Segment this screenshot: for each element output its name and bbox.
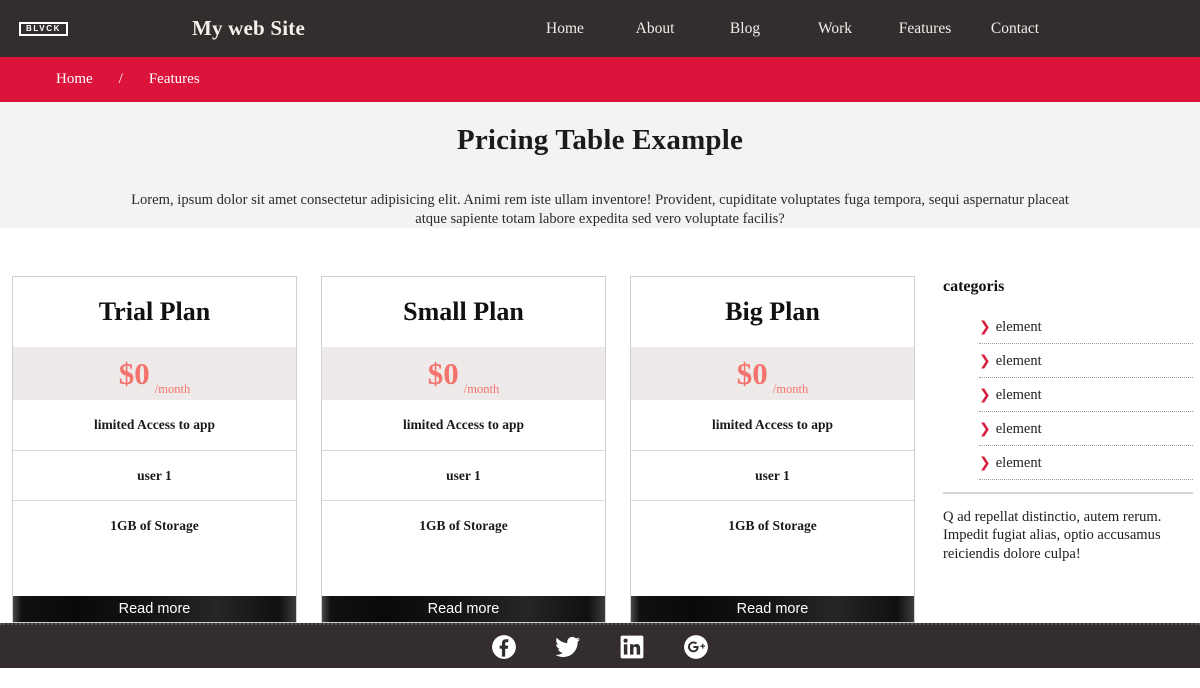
pricing-feature: user 1 (13, 450, 296, 500)
nav-link-work[interactable]: Work (790, 16, 880, 42)
brand-logo[interactable]: BLVCK (19, 21, 68, 36)
google-plus-icon[interactable] (683, 634, 709, 660)
pricing-feature: 1GB of Storage (322, 500, 605, 550)
facebook-icon[interactable] (491, 634, 517, 660)
category-label: element (995, 353, 1042, 369)
nav-item-features[interactable]: Features (880, 16, 970, 42)
pricing-card-title: Small Plan (403, 297, 524, 326)
pricing-card: Small Plan $0 /month limited Access to a… (321, 276, 606, 623)
breadcrumb-current: Features (148, 71, 200, 87)
category-label: element (995, 319, 1042, 335)
category-item[interactable]: ❯ element (979, 386, 1193, 412)
category-item[interactable]: ❯ element (979, 318, 1193, 344)
pricing-feature: user 1 (322, 450, 605, 500)
brand-logo-text: BLVCK (26, 23, 61, 33)
twitter-icon[interactable] (555, 634, 581, 660)
pricing-feature: 1GB of Storage (13, 500, 296, 550)
price-period: /month (463, 382, 500, 396)
category-item[interactable]: ❯ element (979, 454, 1193, 480)
footer (0, 623, 1200, 668)
breadcrumb: Home / Features (0, 57, 1200, 102)
sidebar: categoris ❯ element ❯ element ❯ element … (943, 276, 1193, 623)
category-label: element (995, 387, 1042, 403)
chevron-right-icon: ❯ (979, 353, 991, 369)
top-navbar: BLVCK My web Site Home About Blog Work F… (0, 0, 1200, 57)
card-spacer (631, 550, 914, 596)
nav-link-about[interactable]: About (610, 16, 700, 42)
chevron-right-icon: ❯ (979, 421, 991, 437)
chevron-right-icon: ❯ (979, 319, 991, 335)
read-more-button[interactable]: Read more (322, 596, 605, 622)
pricing-card-price: $0 /month (322, 347, 605, 400)
linkedin-icon[interactable] (619, 634, 645, 660)
category-label: element (995, 421, 1042, 437)
pricing-feature: limited Access to app (93, 417, 216, 432)
nav-link-contact[interactable]: Contact (970, 16, 1060, 42)
main-content: Trial Plan $0 /month limited Access to a… (0, 228, 1200, 623)
category-label: element (995, 455, 1042, 471)
category-list: ❯ element ❯ element ❯ element ❯ element … (943, 318, 1193, 480)
read-more-button[interactable]: Read more (631, 596, 914, 622)
nav-item-work[interactable]: Work (790, 16, 880, 42)
nav-item-contact[interactable]: Contact (970, 16, 1060, 42)
sidebar-heading: categoris (943, 278, 1005, 295)
category-item[interactable]: ❯ element (979, 352, 1193, 378)
page-title: Pricing Table Example (456, 124, 744, 156)
sidebar-paragraph: Q ad repellat distinctio, autem rerum. I… (943, 509, 1162, 562)
pricing-feature: user 1 (631, 450, 914, 500)
price-period: /month (154, 382, 191, 396)
price-amount: $0 (736, 356, 768, 391)
nav-item-blog[interactable]: Blog (700, 16, 790, 42)
pricing-feature: 1GB of Storage (631, 500, 914, 550)
breadcrumb-separator: / (118, 71, 123, 87)
primary-nav: Home About Blog Work Features Contact (520, 16, 1060, 42)
chevron-right-icon: ❯ (979, 455, 991, 471)
card-spacer (13, 550, 296, 596)
pricing-cards: Trial Plan $0 /month limited Access to a… (12, 276, 915, 623)
pricing-card-title: Big Plan (725, 297, 820, 326)
nav-item-home[interactable]: Home (520, 16, 610, 42)
breadcrumb-link-home[interactable]: Home (56, 71, 93, 88)
pricing-card-price: $0 /month (13, 347, 296, 400)
price-amount: $0 (118, 356, 150, 391)
pricing-card: Trial Plan $0 /month limited Access to a… (12, 276, 297, 623)
pricing-feature: limited Access to app (711, 417, 834, 432)
sidebar-divider (943, 492, 1193, 494)
category-item[interactable]: ❯ element (979, 420, 1193, 446)
site-title: My web Site (192, 16, 306, 40)
nav-link-blog[interactable]: Blog (700, 16, 790, 42)
pricing-card-title: Trial Plan (98, 297, 211, 326)
card-spacer (322, 550, 605, 596)
nav-link-home[interactable]: Home (520, 16, 610, 42)
nav-link-features[interactable]: Features (880, 16, 970, 42)
pricing-card-price: $0 /month (631, 347, 914, 400)
price-period: /month (772, 382, 809, 396)
pricing-card: Big Plan $0 /month limited Access to app… (630, 276, 915, 623)
read-more-button[interactable]: Read more (13, 596, 296, 622)
pricing-feature: limited Access to app (402, 417, 525, 432)
hero-section: Pricing Table Example Lorem, ipsum dolor… (0, 102, 1200, 228)
chevron-right-icon: ❯ (979, 387, 991, 403)
price-amount: $0 (427, 356, 459, 391)
nav-item-about[interactable]: About (610, 16, 700, 42)
page-subtitle: Lorem, ipsum dolor sit amet consectetur … (131, 192, 1069, 227)
